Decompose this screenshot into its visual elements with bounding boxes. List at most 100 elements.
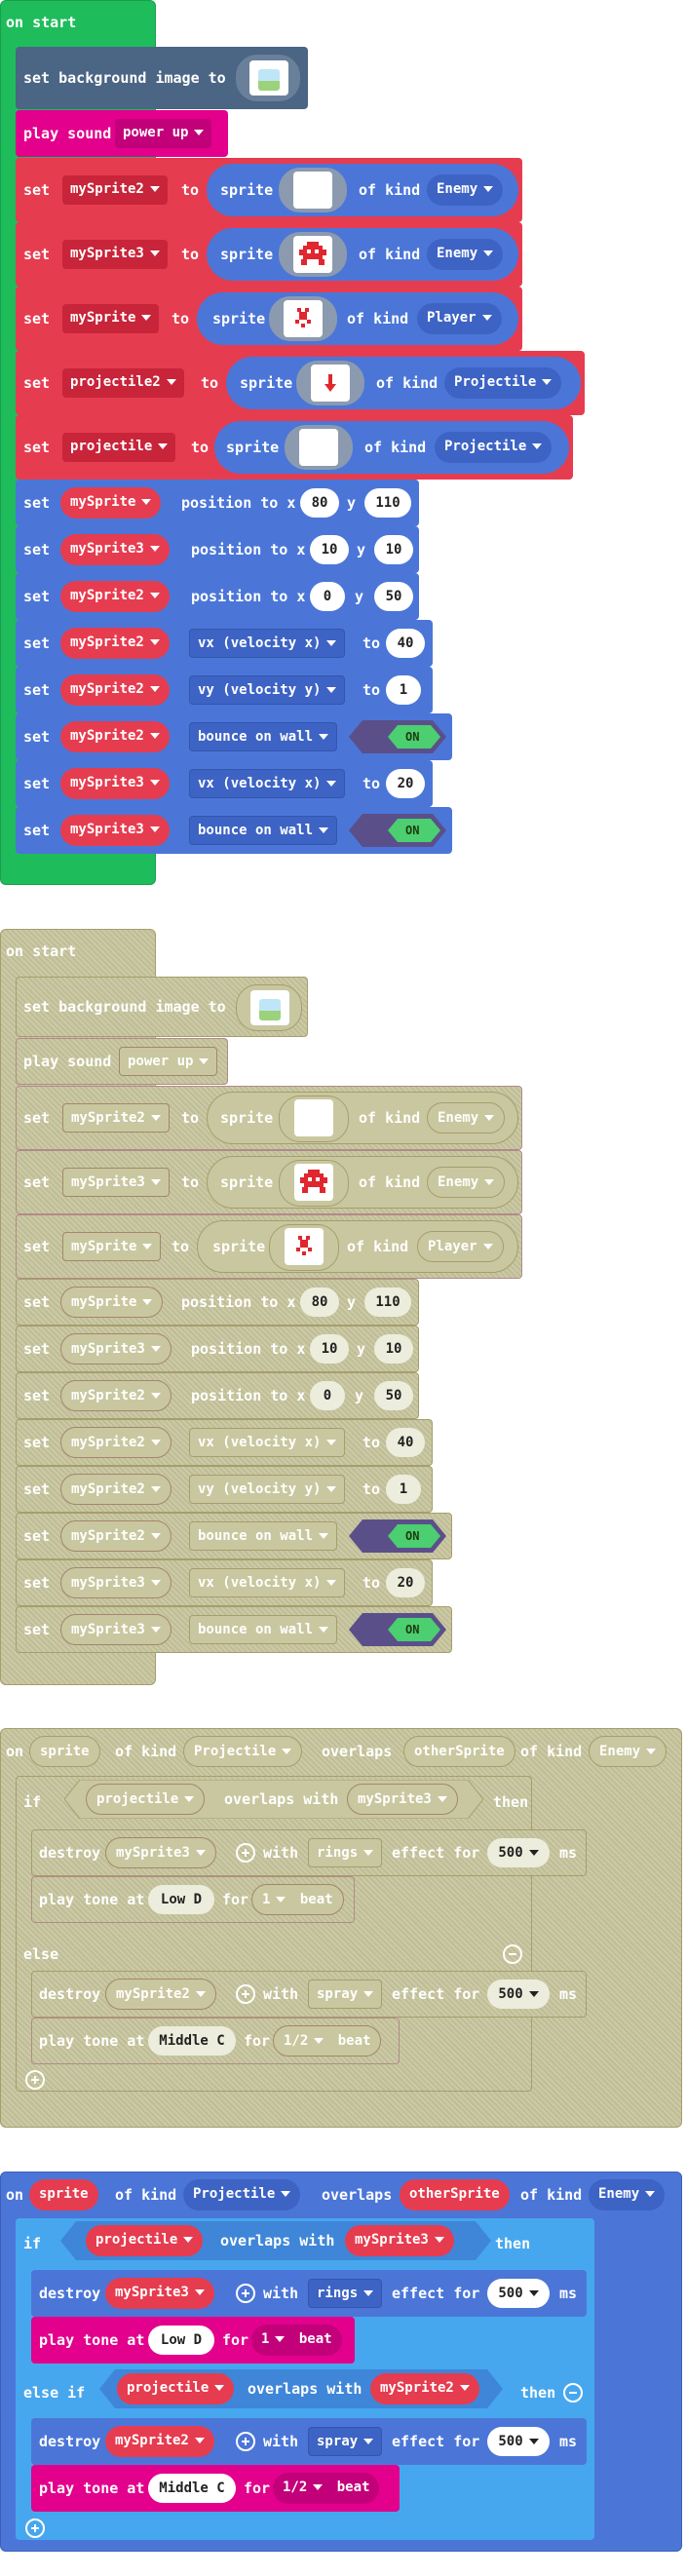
- add-else-plus-icon[interactable]: [25, 2070, 45, 2090]
- kind-dropdown-enemy[interactable]: Enemy: [427, 174, 504, 206]
- kind-dropdown-projectile[interactable]: Projectile: [435, 432, 553, 463]
- kind-dropdown-enemy[interactable]: Enemy: [589, 1736, 668, 1767]
- beat-dropdown[interactable]: 1 beat: [251, 1884, 344, 1915]
- beat-dropdown[interactable]: 1 beat: [251, 2325, 342, 2356]
- variable-reporter-mysprite2[interactable]: mySprite2: [60, 581, 170, 612]
- x-value-input[interactable]: 0: [310, 1381, 345, 1410]
- property-dropdown-vx[interactable]: vx (velocity x): [189, 629, 346, 658]
- othersprite-parameter[interactable]: otherSprite: [400, 2179, 510, 2211]
- variable-dropdown-mysprite[interactable]: mySprite: [62, 304, 160, 333]
- variable-reporter-mysprite3[interactable]: mySprite3: [60, 1567, 172, 1598]
- variable-reporter-mysprite3[interactable]: mySprite3: [60, 815, 170, 846]
- kind-dropdown-projectile[interactable]: Projectile: [183, 2179, 301, 2211]
- property-dropdown-vx[interactable]: vx (velocity x): [189, 1568, 346, 1597]
- expand-plus-icon[interactable]: [236, 1843, 255, 1863]
- note-input[interactable]: Middle C: [148, 2474, 236, 2503]
- variable-reporter-mysprite2[interactable]: mySprite2: [60, 674, 170, 706]
- effect-dropdown-spray[interactable]: spray: [308, 2427, 383, 2456]
- kind-dropdown-player[interactable]: Player: [417, 1231, 504, 1262]
- sprite-image-slot[interactable]: [279, 168, 347, 212]
- y-value-input[interactable]: 50: [374, 582, 413, 611]
- duration-input[interactable]: 500: [487, 1980, 550, 2009]
- y-value-input[interactable]: 110: [364, 488, 411, 518]
- variable-reporter-mysprite3[interactable]: mySprite3: [347, 1784, 458, 1815]
- sprite-image-slot[interactable]: [279, 232, 347, 277]
- duration-input[interactable]: 500: [487, 1838, 550, 1867]
- variable-dropdown-projectile2[interactable]: projectile2: [62, 368, 184, 398]
- background-image-slot[interactable]: [236, 984, 302, 1031]
- property-dropdown-vy[interactable]: vy (velocity y): [189, 675, 346, 705]
- beat-dropdown[interactable]: 1/2 beat: [273, 2025, 382, 2057]
- variable-reporter-mysprite2[interactable]: mySprite2: [60, 628, 170, 659]
- kind-dropdown-projectile[interactable]: Projectile: [183, 1736, 303, 1767]
- kind-dropdown-player[interactable]: Player: [417, 303, 502, 334]
- y-value-input[interactable]: 10: [374, 1334, 413, 1364]
- background-image-slot[interactable]: [236, 55, 300, 101]
- property-dropdown-bounce[interactable]: bounce on wall: [189, 816, 338, 845]
- kind-dropdown-enemy[interactable]: Enemy: [427, 1167, 506, 1198]
- variable-reporter-mysprite3[interactable]: mySprite3: [60, 534, 170, 565]
- property-dropdown-bounce[interactable]: bounce on wall: [189, 722, 338, 751]
- sprite-image-slot[interactable]: [269, 1224, 339, 1271]
- variable-reporter-mysprite3[interactable]: mySprite3: [345, 2225, 454, 2256]
- sprite-image-slot[interactable]: [285, 425, 353, 470]
- variable-dropdown-mysprite2[interactable]: mySprite2: [62, 1103, 170, 1133]
- variable-reporter-mysprite3[interactable]: mySprite3: [60, 1614, 172, 1645]
- property-dropdown-vy[interactable]: vy (velocity y): [189, 1475, 346, 1504]
- effect-dropdown-spray[interactable]: spray: [308, 1980, 383, 2009]
- variable-reporter-mysprite3[interactable]: mySprite3: [105, 2278, 214, 2309]
- variable-reporter-mysprite3[interactable]: mySprite3: [60, 768, 170, 799]
- variable-reporter-mysprite2[interactable]: mySprite2: [60, 721, 170, 752]
- sound-dropdown[interactable]: power up: [119, 1047, 218, 1076]
- expand-plus-icon[interactable]: [236, 1984, 255, 2004]
- variable-reporter-mysprite2[interactable]: mySprite2: [60, 1427, 172, 1458]
- bounce-toggle[interactable]: [349, 1613, 446, 1646]
- variable-dropdown-mysprite3[interactable]: mySprite3: [62, 240, 168, 269]
- note-input[interactable]: Low D: [148, 2326, 214, 2355]
- property-dropdown-bounce[interactable]: bounce on wall: [189, 1615, 338, 1644]
- variable-reporter-projectile[interactable]: projectile: [86, 2225, 204, 2256]
- sound-dropdown[interactable]: power up: [115, 119, 212, 148]
- variable-dropdown-mysprite[interactable]: mySprite: [62, 1232, 162, 1261]
- variable-reporter-mysprite2[interactable]: mySprite2: [60, 1474, 172, 1505]
- variable-reporter-projectile[interactable]: projectile: [86, 1784, 206, 1815]
- value-input[interactable]: 20: [386, 769, 425, 798]
- y-value-input[interactable]: 10: [374, 535, 413, 564]
- expand-plus-icon[interactable]: [236, 2432, 255, 2451]
- bounce-toggle[interactable]: [349, 1519, 446, 1553]
- bounce-toggle[interactable]: [349, 814, 446, 847]
- variable-reporter-mysprite2[interactable]: mySprite2: [105, 1979, 216, 2010]
- sprite-parameter[interactable]: sprite: [29, 2179, 98, 2211]
- variable-reporter-mysprite[interactable]: mySprite: [60, 487, 162, 519]
- variable-reporter-projectile[interactable]: projectile: [117, 2373, 235, 2404]
- expand-plus-icon[interactable]: [236, 2284, 255, 2303]
- sprite-image-slot[interactable]: [269, 296, 337, 341]
- duration-input[interactable]: 500: [487, 2427, 550, 2456]
- kind-dropdown-projectile[interactable]: Projectile: [444, 367, 562, 399]
- x-value-input[interactable]: 10: [310, 535, 349, 564]
- note-input[interactable]: Low D: [148, 1885, 214, 1914]
- remove-else-if-minus-icon[interactable]: [563, 2383, 583, 2403]
- variable-reporter-mysprite[interactable]: mySprite: [60, 1287, 164, 1318]
- value-input[interactable]: 1: [386, 675, 421, 705]
- value-input[interactable]: 40: [386, 629, 425, 658]
- property-dropdown-vx[interactable]: vx (velocity x): [189, 1428, 346, 1457]
- value-input[interactable]: 20: [386, 1568, 425, 1597]
- sprite-image-slot[interactable]: [279, 1096, 349, 1142]
- value-input[interactable]: 1: [386, 1475, 421, 1504]
- property-dropdown-bounce[interactable]: bounce on wall: [189, 1521, 338, 1551]
- beat-dropdown[interactable]: 1/2 beat: [273, 2473, 380, 2504]
- variable-dropdown-mysprite3[interactable]: mySprite3: [62, 1168, 170, 1197]
- y-value-input[interactable]: 50: [374, 1381, 413, 1410]
- x-value-input[interactable]: 10: [310, 1334, 349, 1364]
- kind-dropdown-enemy[interactable]: Enemy: [427, 1102, 506, 1134]
- sprite-image-slot[interactable]: [296, 361, 364, 405]
- bounce-toggle[interactable]: [349, 720, 446, 753]
- effect-dropdown-rings[interactable]: rings: [308, 1838, 383, 1867]
- value-input[interactable]: 40: [386, 1428, 425, 1457]
- note-input[interactable]: Middle C: [148, 2026, 236, 2056]
- remove-else-minus-icon[interactable]: [503, 1944, 522, 1964]
- y-value-input[interactable]: 110: [364, 1288, 411, 1317]
- othersprite-parameter[interactable]: otherSprite: [403, 1736, 515, 1767]
- variable-reporter-mysprite3[interactable]: mySprite3: [60, 1333, 172, 1365]
